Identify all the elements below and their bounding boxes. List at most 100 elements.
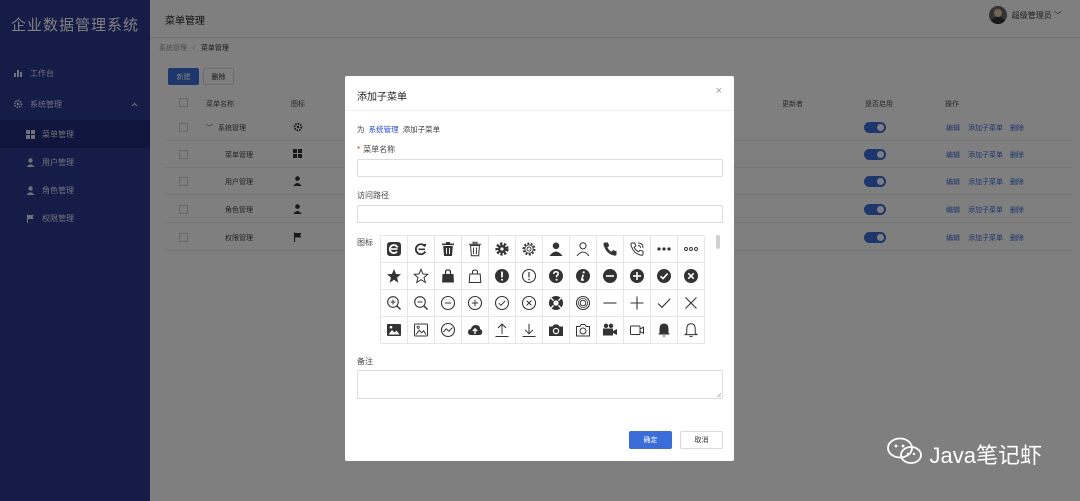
icon-option[interactable]	[543, 317, 570, 344]
icon-option[interactable]	[462, 236, 489, 263]
icon-option[interactable]	[381, 263, 408, 290]
warning-icon	[521, 268, 537, 284]
icon-option[interactable]	[408, 290, 435, 317]
close-circle-icon	[521, 295, 537, 311]
icon-option[interactable]	[516, 236, 543, 263]
check-circle-solid-icon	[656, 268, 672, 284]
icon-option[interactable]	[462, 263, 489, 290]
plus-icon	[629, 295, 645, 311]
bag-solid-icon	[440, 268, 456, 284]
icon-option[interactable]	[489, 263, 516, 290]
icon-picker-scrollbar[interactable]	[715, 235, 721, 343]
zoom-in-icon	[386, 295, 402, 311]
icon-option[interactable]	[651, 236, 678, 263]
video-solid-icon	[602, 322, 618, 338]
icon-option[interactable]	[435, 236, 462, 263]
icon-option[interactable]	[570, 290, 597, 317]
watermark: Java笔记虾	[886, 436, 1042, 472]
icon-option[interactable]	[489, 317, 516, 344]
icon-option[interactable]	[597, 236, 624, 263]
lifebuoy-solid-icon	[548, 295, 564, 311]
bell-solid-icon	[656, 322, 672, 338]
phone-ring-icon	[629, 241, 645, 257]
required-mark: *	[357, 145, 361, 154]
check-circle-icon	[494, 295, 510, 311]
edge-solid-icon	[386, 241, 402, 257]
access-path-input[interactable]	[357, 205, 723, 223]
plus-circle-solid-icon	[629, 268, 645, 284]
close-circle-solid-icon	[683, 268, 699, 284]
minus-circle-icon	[440, 295, 456, 311]
icon-option[interactable]	[435, 290, 462, 317]
icon-option[interactable]	[597, 290, 624, 317]
more-solid-icon	[656, 241, 672, 257]
dialog-header-divider	[345, 110, 734, 111]
trash-icon	[467, 241, 483, 257]
name-field-label: * 菜单名称	[357, 145, 396, 154]
icon-option[interactable]	[678, 263, 705, 290]
zoom-out-icon	[413, 295, 429, 311]
info-solid-icon	[575, 268, 591, 284]
check-icon	[656, 295, 672, 311]
icon-option[interactable]	[516, 290, 543, 317]
icon-option[interactable]	[624, 317, 651, 344]
icon-option[interactable]	[543, 290, 570, 317]
icon-option[interactable]	[381, 317, 408, 344]
icon-option[interactable]	[570, 236, 597, 263]
icon-option[interactable]	[516, 263, 543, 290]
parent-menu-name: 系统管理	[368, 125, 399, 134]
icon-field-label: 图标	[357, 238, 373, 247]
icon-option[interactable]	[408, 236, 435, 263]
icon-option[interactable]	[381, 236, 408, 263]
remark-textarea[interactable]	[357, 370, 723, 399]
wechat-icon	[886, 436, 924, 472]
plus-circle-icon	[467, 295, 483, 311]
icon-option[interactable]	[435, 263, 462, 290]
path-field-label: 访问路径	[357, 191, 389, 200]
upload-icon	[494, 322, 510, 338]
lifebuoy-icon	[575, 295, 591, 311]
icon-option[interactable]	[543, 263, 570, 290]
edge-icon	[413, 241, 429, 257]
icon-option[interactable]	[678, 317, 705, 344]
icon-option[interactable]	[408, 317, 435, 344]
more-icon	[683, 241, 699, 257]
picture-icon	[413, 322, 429, 338]
icon-option[interactable]	[651, 263, 678, 290]
icon-option[interactable]	[462, 317, 489, 344]
user-solid-icon	[548, 241, 564, 257]
camera-solid-icon	[548, 322, 564, 338]
scrollbar-thumb[interactable]	[716, 235, 720, 249]
icon-option[interactable]	[516, 317, 543, 344]
icon-option[interactable]	[624, 236, 651, 263]
icon-option[interactable]	[678, 290, 705, 317]
icon-option[interactable]	[624, 263, 651, 290]
confirm-button[interactable]: 确定	[629, 431, 672, 449]
star-solid-icon	[386, 268, 402, 284]
icon-option[interactable]	[435, 317, 462, 344]
icon-option[interactable]	[597, 317, 624, 344]
icon-option[interactable]	[651, 317, 678, 344]
icon-option[interactable]	[489, 236, 516, 263]
icon-option[interactable]	[651, 290, 678, 317]
icon-option[interactable]	[543, 236, 570, 263]
cancel-button[interactable]: 取消	[680, 431, 723, 449]
close-icon[interactable]: ×	[716, 85, 722, 97]
icon-option[interactable]	[489, 290, 516, 317]
warning-solid-icon	[494, 268, 510, 284]
menu-name-input[interactable]	[357, 159, 723, 177]
icon-option[interactable]	[570, 317, 597, 344]
gear-solid-icon	[494, 241, 510, 257]
trash-solid-icon	[440, 241, 456, 257]
icon-option[interactable]	[678, 236, 705, 263]
icon-option[interactable]	[570, 263, 597, 290]
icon-picker-grid	[380, 235, 705, 344]
question-solid-icon	[548, 268, 564, 284]
remark-field-label: 备注	[357, 357, 373, 366]
icon-option[interactable]	[381, 290, 408, 317]
icon-option[interactable]	[408, 263, 435, 290]
icon-option[interactable]	[597, 263, 624, 290]
icon-option[interactable]	[462, 290, 489, 317]
download-icon	[521, 322, 537, 338]
icon-option[interactable]	[624, 290, 651, 317]
